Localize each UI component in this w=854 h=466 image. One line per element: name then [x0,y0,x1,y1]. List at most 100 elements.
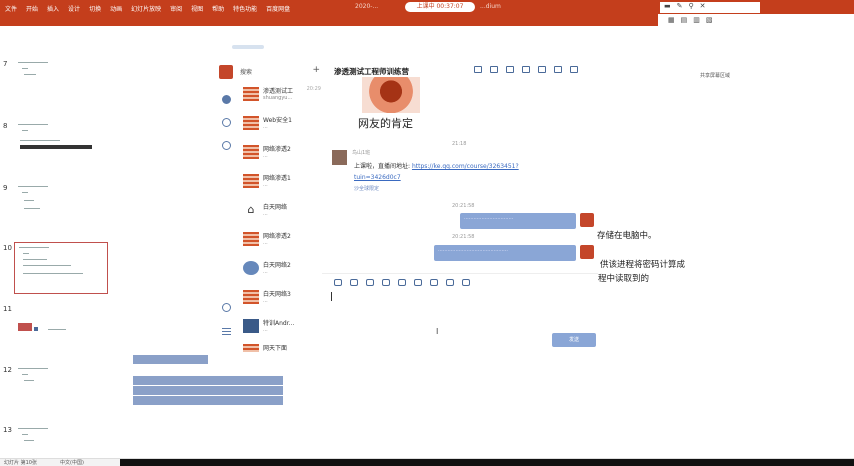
settings-icon[interactable] [570,66,578,73]
contact-item[interactable]: 渗透测试工 shuangyu... 20:29 [243,83,321,107]
text-cursor[interactable] [331,292,332,301]
slide-thumbnail[interactable] [14,364,108,416]
grid-icon[interactable]: ▦ [668,16,675,24]
chart-icon[interactable]: ▧ [706,16,713,24]
contact-item[interactable]: 网天下面 [243,340,321,355]
phone-icon[interactable] [490,66,498,73]
contact-item[interactable]: ⌂ 白天网络 ... [243,199,321,223]
tab-file[interactable]: 文件 [5,4,17,13]
contact-item[interactable]: 白天网络2 ... [243,257,321,281]
image-icon[interactable] [382,279,390,286]
contact-name: 白天网络 [263,204,288,211]
contact-name: 网络渗透2 [263,146,291,153]
tab-transitions[interactable]: 切换 [89,4,101,13]
contact-avatar [243,319,259,333]
message-text: ............................... [464,215,514,221]
slide-thumbnail[interactable] [14,58,108,110]
tab-features[interactable]: 特色功能 [233,4,257,13]
tab-home[interactable]: 开始 [26,4,38,13]
my-avatar[interactable] [580,245,594,259]
contact-name: 白天网络3 [263,291,291,298]
window-controls: ▬ ✎ ⚲ ✕ [660,2,760,13]
apps-icon[interactable] [222,303,231,312]
gif-icon[interactable] [398,279,406,286]
image-icon[interactable] [522,66,530,73]
contact-item[interactable]: 网络渗透2 ... [243,228,321,252]
send-button[interactable]: 发送 [552,333,596,347]
emoji-icon[interactable] [334,279,342,286]
slide-thumbnail[interactable] [14,120,108,172]
scissors-icon[interactable] [350,279,358,286]
ppt-ribbon: 文件 开始 插入 设计 切换 动画 幻灯片放映 审阅 视图 帮助 特色功能 百度… [0,0,854,26]
contact-name: 渗透测试工 [263,88,294,95]
meme-image[interactable] [362,77,420,113]
phone-icon[interactable] [430,279,438,286]
recording-indicator[interactable]: 上课中 00:37:07 [405,2,475,12]
contact-preview: ... [263,182,268,188]
screenshot-icon[interactable] [414,279,422,286]
contact-avatar [243,145,259,159]
minimize-icon[interactable]: ▬ [664,2,671,13]
qq-sidebar [215,55,240,355]
video-icon[interactable] [474,66,482,73]
slide-number: 12 [3,366,12,374]
link-icon[interactable]: ⚲ [689,2,694,13]
contact-name: 网络渗透1 [263,175,291,182]
contact-item[interactable]: 特训Andr... ... [243,315,321,339]
user-avatar[interactable] [219,65,233,79]
book-icon[interactable] [506,66,514,73]
add-member-icon[interactable] [554,66,562,73]
tab-view[interactable]: 视图 [191,4,203,13]
qq-contact-list: 搜索 + 渗透测试工 shuangyu... 20:29 Web安全1 ... … [240,55,322,355]
text-selection [133,386,283,395]
slide-number: 10 [3,244,12,252]
tab-review[interactable]: 审阅 [170,4,182,13]
layout-icon[interactable]: ▤ [681,16,688,24]
folder-icon[interactable] [366,279,374,286]
contact-avatar [243,261,259,275]
contact-avatar [243,232,259,246]
chat-icon[interactable] [222,95,231,104]
input-divider [322,273,598,274]
slide-position: 幻灯片 第10张 [4,460,37,466]
more-icon[interactable] [462,279,470,286]
slide-thumbnail-selected[interactable] [14,242,108,294]
my-message-bubble[interactable]: ........................................… [434,245,576,261]
tab-baidu[interactable]: 百度网盘 [266,4,290,13]
slide-thumbnail[interactable] [14,303,108,355]
contact-item[interactable]: Web安全1 ... [243,112,321,136]
course-link[interactable]: https://ke.qq.com/course/3263451? [412,163,519,170]
contact-avatar [243,87,259,101]
share-screen-label[interactable]: 共享屏幕区域 [700,72,730,79]
tab-slideshow[interactable]: 幻灯片放映 [131,4,161,13]
sender-avatar[interactable] [332,150,347,165]
contact-item[interactable]: 网络渗透2 ... [243,141,321,165]
contact-item[interactable]: 白天网络3 ... [243,286,321,310]
close-icon[interactable]: ✕ [700,2,706,13]
tab-animations[interactable]: 动画 [110,4,122,13]
status-bar: 幻灯片 第10张 中文(中国) [0,458,854,466]
slide-text-line: 存储在电脑中。 [597,231,657,241]
cloud-icon[interactable] [222,141,231,150]
contact-preview: ... [263,240,268,246]
course-link-suffix[interactable]: tuin=3426d0c7 [354,174,401,181]
menu-icon[interactable] [222,328,231,329]
add-icon[interactable]: + [312,65,320,75]
contact-item[interactable]: 网络渗透1 ... [243,170,321,194]
edit-icon[interactable]: ✎ [677,2,683,13]
contacts-icon[interactable] [222,118,231,127]
slide-thumbnail[interactable] [14,182,108,234]
my-message-bubble[interactable]: ............................... [460,213,576,229]
input-toolbar [334,279,470,286]
panel-icon[interactable]: ▥ [693,16,700,24]
video-icon[interactable] [446,279,454,286]
ribbon-tabs: 文件 开始 插入 设计 切换 动画 幻灯片放映 审阅 视图 帮助 特色功能 百度… [5,4,290,13]
tab-help[interactable]: 帮助 [212,4,224,13]
language-indicator[interactable]: 中文(中国) [60,459,84,466]
tab-insert[interactable]: 插入 [47,4,59,13]
file-icon[interactable] [538,66,546,73]
my-avatar[interactable] [580,213,594,227]
slide-decoration [232,45,264,49]
search-input[interactable]: 搜索 [240,67,252,76]
tab-design[interactable]: 设计 [68,4,80,13]
